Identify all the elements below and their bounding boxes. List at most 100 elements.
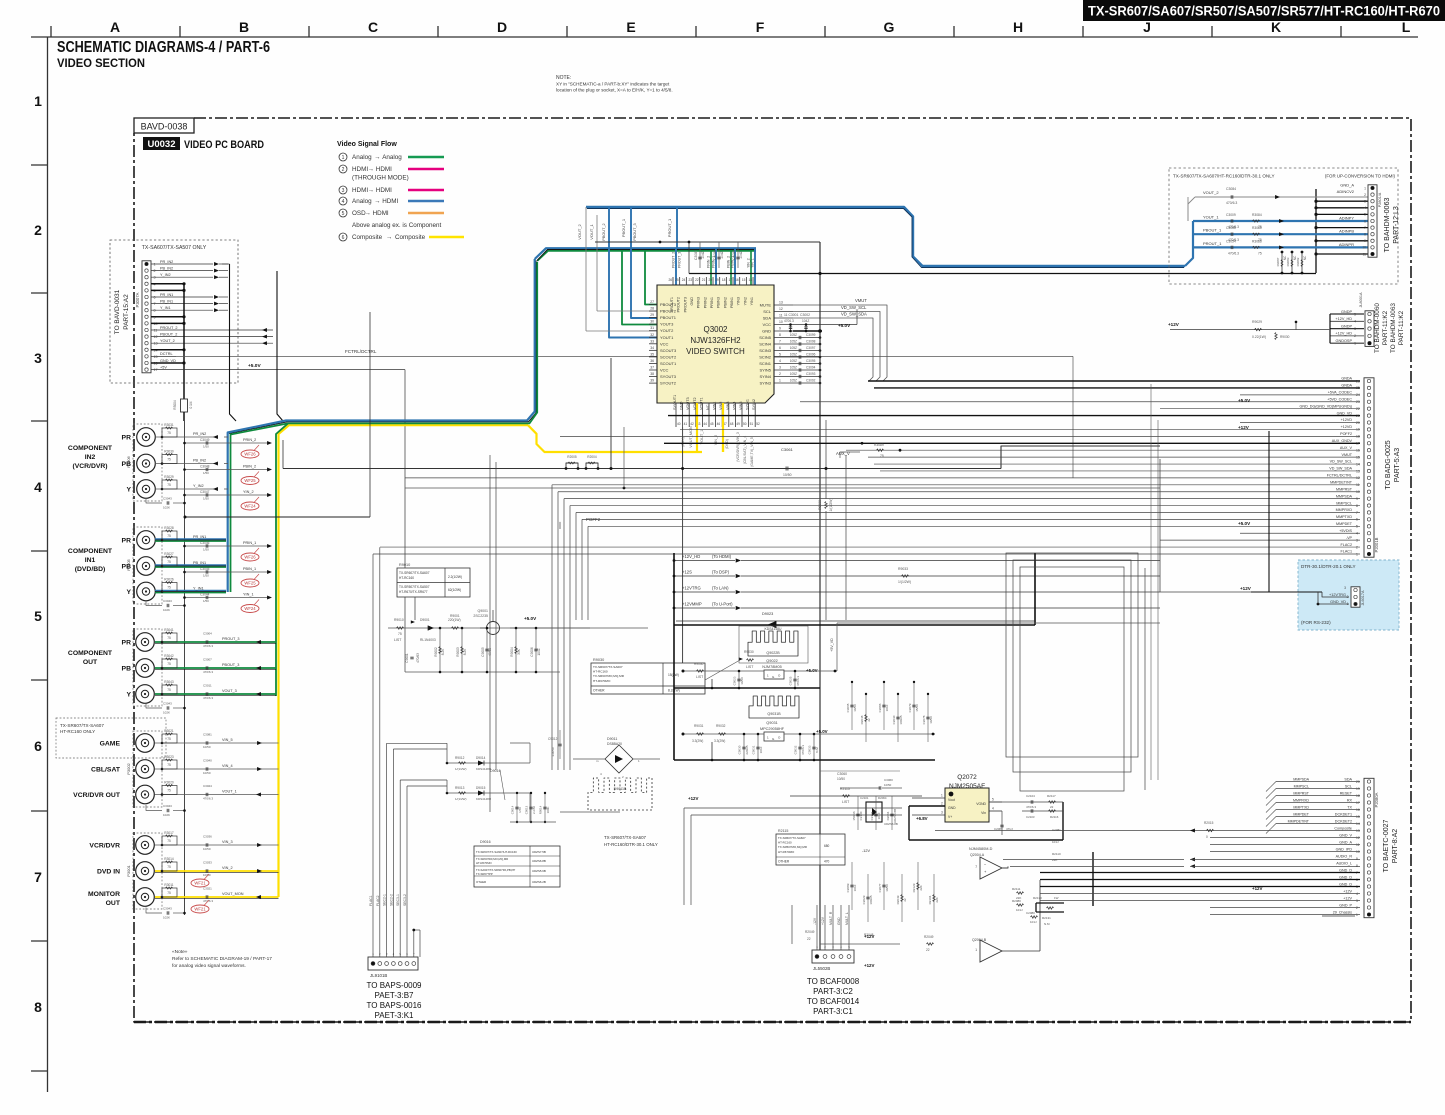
svg-text:R2048: R2048 (860, 715, 864, 724)
svg-text:C9013: C9013 (525, 805, 529, 814)
svg-text:GND_DG(GND_VD(MPUGND)): GND_DG(GND_VD(MPUGND)) (1300, 404, 1352, 408)
svg-text:75: 75 (167, 431, 171, 435)
svg-text:22: 22 (1050, 805, 1054, 809)
svg-text:C2081: C2081 (1052, 828, 1061, 832)
svg-text:+5.0V: +5.0V (1238, 398, 1251, 403)
svg-text:C3054: C3054 (1226, 239, 1236, 243)
svg-text:P3005: P3005 (126, 558, 131, 570)
svg-text:105Z: 105Z (790, 346, 797, 350)
svg-text:MMPSDA: MMPSDA (1293, 777, 1309, 781)
svg-text:20: 20 (708, 278, 712, 282)
svg-text:(DVD/BD): (DVD/BD) (75, 566, 106, 573)
svg-text:J: J (1143, 19, 1151, 35)
svg-text:PBIN1: PBIN1 (730, 297, 734, 308)
svg-text:VIN_5: VIN_5 (222, 738, 233, 742)
svg-text:4: 4 (1356, 532, 1358, 536)
svg-text:+12VTRG: +12VTRG (682, 586, 701, 591)
svg-text:C3044: C3044 (200, 593, 210, 597)
svg-text:4: 4 (992, 807, 994, 811)
svg-text:C3036: C3036 (203, 835, 212, 839)
svg-text:R2130: R2130 (1033, 896, 1042, 900)
svg-text:C3098: C3098 (806, 340, 816, 344)
svg-text:334/50: 334/50 (551, 747, 555, 757)
svg-text:UDZS7.5B: UDZS7.5B (532, 850, 546, 854)
svg-text:R2116: R2116 (1050, 815, 1059, 819)
svg-text:HDMI: HDMI (352, 187, 368, 194)
svg-text:TX-SA607/TX-SA507 ONLY: TX-SA607/TX-SA507 ONLY (142, 245, 207, 251)
svg-text:JL5502B: JL5502B (813, 966, 830, 971)
svg-text:10/50: 10/50 (885, 884, 889, 892)
svg-text:R9013: R9013 (455, 786, 465, 790)
svg-text:MMPRXD: MMPRXD (1336, 508, 1353, 512)
svg-text:7: 7 (34, 869, 42, 885)
svg-text:SYIN3: SYIN3 (759, 381, 771, 386)
svg-text:GNDA: GNDA (1341, 377, 1352, 381)
svg-text:SYOUT1: SYOUT1 (673, 395, 677, 410)
svg-text:6: 6 (779, 346, 781, 350)
svg-text:Analog: Analog (352, 154, 372, 161)
svg-text:VCC: VCC (763, 322, 772, 327)
svg-text:C9001: C9001 (405, 653, 409, 663)
svg-text:TO BADG-0025: TO BADG-0025 (1385, 440, 1392, 489)
svg-text:3.3(2W): 3.3(2W) (714, 739, 725, 743)
svg-text:YIN_1: YIN_1 (751, 258, 755, 268)
svg-text:100/25: 100/25 (869, 895, 873, 905)
svg-text:Y_IN1: Y_IN1 (160, 306, 171, 310)
svg-text:104Z: 104Z (701, 251, 705, 259)
svg-text:2.2(1/2W): 2.2(1/2W) (448, 575, 462, 579)
svg-text:PRIN_2: PRIN_2 (707, 256, 711, 268)
svg-text:+12V_HD: +12V_HD (682, 554, 700, 559)
svg-text:POFF2: POFF2 (1340, 432, 1352, 436)
svg-text:8: 8 (1356, 504, 1358, 508)
svg-text:NC: NC (1303, 255, 1307, 260)
svg-text:+5.0V: +5.0V (806, 668, 818, 673)
svg-text:22: 22 (807, 937, 811, 941)
svg-text:VOUT_2: VOUT_2 (1203, 190, 1219, 195)
svg-text:SCOUT3: SCOUT3 (660, 348, 677, 353)
svg-text:1/(1/2W): 1/(1/2W) (455, 797, 467, 801)
svg-text:13: 13 (1356, 469, 1360, 473)
svg-text:«Note»: «Note» (172, 949, 188, 955)
svg-text:33K: 33K (517, 648, 521, 655)
svg-text:Q9022: Q9022 (766, 659, 777, 663)
svg-text:R9003: R9003 (456, 647, 460, 657)
svg-text:VIN1: VIN1 (713, 402, 717, 410)
svg-text:1: 1 (342, 155, 345, 161)
svg-text:R2115: R2115 (778, 829, 788, 833)
svg-text:VOUT3: VOUT3 (686, 397, 690, 410)
svg-text:10: 10 (1356, 490, 1360, 494)
svg-text:PBOUT_3: PBOUT_3 (633, 223, 637, 240)
svg-text:100K: 100K (546, 807, 550, 814)
svg-text:TX-SR507MO,MQ,MR: TX-SR507MO,MQ,MR (778, 845, 807, 849)
svg-text:KDS4148U: KDS4148U (476, 767, 491, 771)
svg-text:NJM78M05: NJM78M05 (762, 665, 781, 669)
svg-text:R3083: R3083 (1286, 257, 1290, 266)
svg-text:Q2072: Q2072 (957, 774, 977, 781)
svg-text:C3004: C3004 (203, 632, 212, 636)
svg-text:Above analog ex. is Component: Above analog ex. is Component (352, 222, 442, 229)
svg-text:1: 1 (975, 948, 977, 952)
svg-text:PRIN_1: PRIN_1 (243, 541, 256, 545)
svg-text:75: 75 (167, 839, 171, 843)
svg-text:75: 75 (167, 688, 171, 692)
svg-text:C2101: C2101 (870, 811, 874, 820)
svg-text:9: 9 (1364, 239, 1366, 243)
svg-text:680: 680 (824, 844, 830, 848)
svg-text:WF21: WF21 (194, 881, 206, 886)
svg-text:470/6.3: 470/6.3 (1226, 201, 1237, 205)
svg-text:YOUT_2: YOUT_2 (160, 339, 175, 343)
svg-text:22: 22 (903, 898, 907, 902)
svg-text:102K: 102K (163, 608, 170, 612)
svg-text:1/50: 1/50 (203, 471, 209, 475)
svg-text:+5VD_CODEC: +5VD_CODEC (1327, 397, 1352, 401)
svg-text:1: 1 (34, 93, 42, 109)
svg-text:75: 75 (167, 534, 171, 538)
svg-text:→: → (374, 198, 380, 205)
svg-text:9: 9 (1356, 857, 1358, 861)
svg-text:SCIN2: SCIN2 (759, 355, 772, 360)
svg-text:VCR/DVR OUT: VCR/DVR OUT (73, 792, 121, 799)
svg-text:102K: 102K (163, 711, 170, 715)
svg-text:SEC2-1: SEC2-1 (383, 894, 387, 906)
svg-text:+5.0V: +5.0V (816, 729, 828, 734)
svg-text:SCHEMATIC DIAGRAMS-4 / PART-6: SCHEMATIC DIAGRAMS-4 / PART-6 (57, 39, 270, 56)
